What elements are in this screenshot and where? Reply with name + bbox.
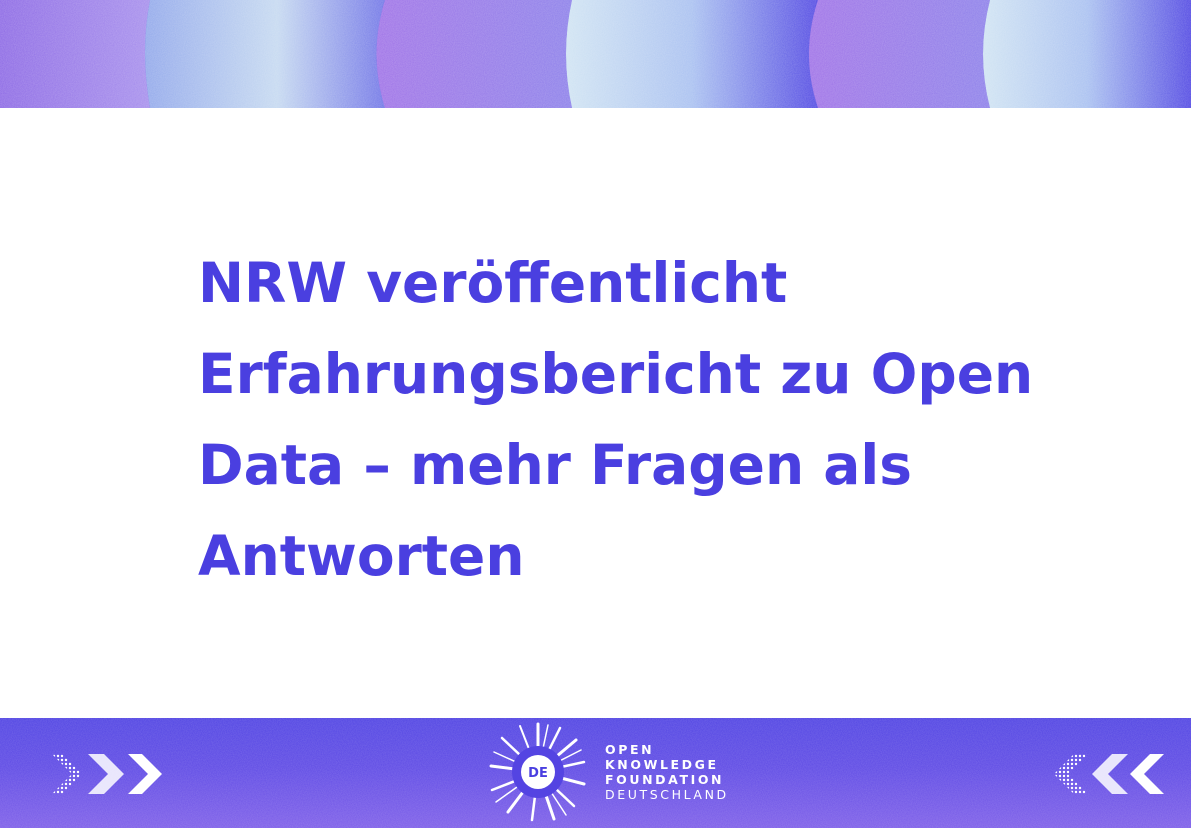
grain-texture <box>0 718 1191 828</box>
chevrons-right-icon <box>52 754 162 794</box>
brand-line-2: KNOWLEDGE <box>605 757 719 772</box>
sunburst-logo-icon: DE <box>489 722 586 822</box>
brand-line-1: OPEN <box>605 742 655 757</box>
brand-line-3: FOUNDATION <box>605 772 725 787</box>
chevrons-left-icon <box>1054 754 1164 794</box>
article-banner: NRW veröffentlicht Erfahrungsbericht zu … <box>0 0 1191 828</box>
brand-line-4: DEUTSCHLAND <box>605 787 729 802</box>
wave-pattern <box>0 0 1191 108</box>
bottom-brand-band: DE OPEN KNOWLEDGE FOUNDATION DEUTSCHLAND <box>0 718 1191 828</box>
top-decorative-band <box>0 0 1191 108</box>
brand-wordmark: OPEN KNOWLEDGE FOUNDATION DEUTSCHLAND <box>605 742 729 802</box>
headline: NRW veröffentlicht Erfahrungsbericht zu … <box>198 251 1034 588</box>
logo-badge: DE <box>528 766 548 781</box>
